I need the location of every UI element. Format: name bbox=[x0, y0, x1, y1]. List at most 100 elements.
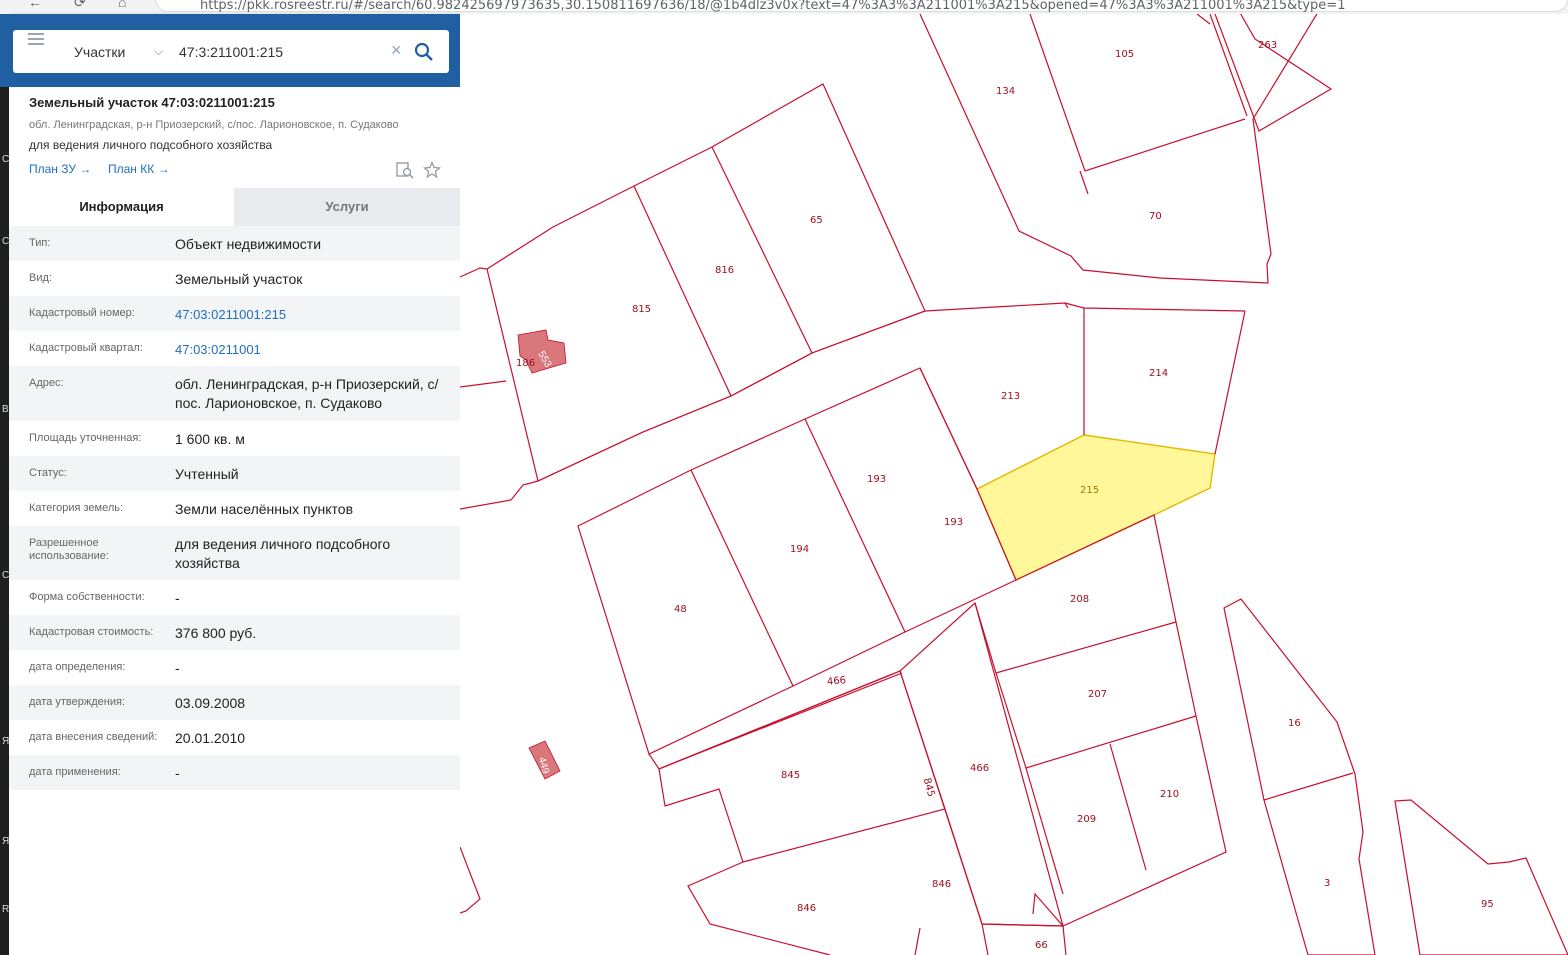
parcel-label[interactable]: 209 bbox=[1077, 814, 1096, 825]
parcel-label[interactable]: 16 bbox=[1288, 718, 1301, 729]
info-row: Кадастровый номер: 47:03:0211001:215 bbox=[9, 296, 460, 331]
info-row-label: Статус: bbox=[29, 467, 67, 479]
cadastral-quarter-link[interactable]: 47:03:0211001 bbox=[175, 340, 450, 359]
parcel-label[interactable]: 263 bbox=[1258, 40, 1277, 51]
info-row-label: Вид: bbox=[29, 272, 52, 284]
parcel-label[interactable]: 815 bbox=[632, 304, 651, 315]
parcel-label[interactable]: 214 bbox=[1149, 368, 1168, 379]
parcel-layer[interactable] bbox=[460, 14, 1568, 955]
info-row-label: Кадастровая стоимость: bbox=[29, 626, 154, 638]
parcel-label[interactable]: 846 bbox=[797, 903, 816, 914]
info-row-label: Тип: bbox=[29, 237, 51, 249]
info-row-label: дата определения: bbox=[29, 661, 126, 673]
info-row: дата применения: - bbox=[9, 755, 460, 790]
info-row: Категория земель: Земли населённых пункт… bbox=[9, 491, 460, 526]
parcel-label[interactable]: 846 bbox=[932, 879, 951, 890]
info-table: Тип: Объект недвижимости Вид: Земельный … bbox=[9, 226, 460, 790]
parcel-label[interactable]: 193 bbox=[944, 517, 963, 528]
object-title: Земельный участок 47:03:0211001:215 bbox=[29, 95, 275, 110]
info-row-label: Кадастровый квартал: bbox=[29, 342, 143, 354]
info-row-value: 20.01.2010 bbox=[175, 730, 246, 746]
info-row-value: Земли населённых пунктов bbox=[175, 501, 354, 517]
back-arrow-icon[interactable]: ← bbox=[28, 0, 44, 10]
info-row-value: 03.09.2008 bbox=[175, 695, 246, 711]
info-row-value: обл. Ленинградская, р-н Приозерский, с/п… bbox=[175, 376, 439, 411]
panel-tabs: Информация Услуги bbox=[9, 188, 460, 226]
parcel-label[interactable]: 105 bbox=[1115, 49, 1134, 60]
parcel-215-selected[interactable] bbox=[976, 434, 1216, 581]
parcel-label[interactable]: 194 bbox=[790, 544, 809, 555]
info-row-label: Разрешенное использование: bbox=[29, 537, 109, 562]
search-input[interactable]: 47:3:211001:215 bbox=[179, 44, 283, 60]
info-row: дата определения: - bbox=[9, 650, 460, 685]
info-row: дата утверждения: 03.09.2008 bbox=[9, 685, 460, 720]
parcel-label[interactable]: 207 bbox=[1088, 689, 1107, 700]
parcel-label-selected[interactable]: 215 bbox=[1080, 485, 1099, 496]
parcel-label[interactable]: 186 bbox=[516, 358, 535, 369]
plan-zu-link[interactable]: План ЗУ → bbox=[29, 162, 91, 176]
info-row-value: для ведения личного подсобного хозяйства bbox=[175, 536, 391, 571]
info-row-value: 376 800 руб. bbox=[175, 625, 257, 641]
info-row-value: - bbox=[175, 660, 180, 676]
parcel-label[interactable]: 208 bbox=[1070, 594, 1089, 605]
parcel-label[interactable]: 210 bbox=[1160, 789, 1179, 800]
plan-kk-link[interactable]: План КК → bbox=[108, 162, 170, 176]
info-row: Кадастровый квартал: 47:03:0211001 bbox=[9, 331, 460, 366]
parcel-label[interactable]: 65 bbox=[810, 215, 823, 226]
cadastral-number-link[interactable]: 47:03:0211001:215 bbox=[175, 305, 450, 324]
address-bar-url[interactable]: https://pkk.rosreestr.ru/#/search/60.982… bbox=[200, 0, 1345, 12]
desktop-edge: ССС ВСЯ ЯR bbox=[0, 14, 9, 955]
info-row-label: Кадастровый номер: bbox=[29, 307, 135, 319]
zoom-to-object-icon[interactable] bbox=[396, 161, 414, 179]
browser-toolbar: ← ⟳ ⌂ https://pkk.rosreestr.ru/#/search/… bbox=[0, 0, 1568, 14]
info-row-value: - bbox=[175, 590, 180, 606]
parcel-label[interactable]: 816 bbox=[715, 265, 734, 276]
clear-icon[interactable]: × bbox=[391, 40, 402, 61]
info-row-label: Площадь уточненная: bbox=[29, 432, 142, 444]
parcel-label[interactable]: 95 bbox=[1481, 899, 1494, 910]
info-row-label: Категория земель: bbox=[29, 502, 124, 514]
home-icon[interactable]: ⌂ bbox=[118, 0, 134, 10]
parcel-label[interactable]: 3 bbox=[1324, 878, 1330, 889]
info-row: Тип: Объект недвижимости bbox=[9, 226, 460, 261]
chevron-down-icon[interactable]: ⌵ bbox=[154, 44, 163, 59]
info-row-label: Адрес: bbox=[29, 377, 64, 389]
object-address: обл. Ленинградская, р-н Приозерский, с/п… bbox=[29, 119, 399, 131]
parcel-label[interactable]: 70 bbox=[1149, 211, 1162, 222]
parcel-label[interactable]: 466 bbox=[970, 763, 989, 774]
info-row: Статус: Учтенный bbox=[9, 456, 460, 491]
info-row-value: Учтенный bbox=[175, 466, 239, 482]
info-row: Вид: Земельный участок bbox=[9, 261, 460, 296]
info-row-value: - bbox=[175, 765, 180, 781]
cadastral-map[interactable]: 263 105 134 70 65 816 815 186 553 214 21… bbox=[460, 14, 1568, 955]
info-row: Кадастровая стоимость: 376 800 руб. bbox=[9, 615, 460, 650]
info-row: дата внесения сведений: 20.01.2010 bbox=[9, 720, 460, 755]
parcel-label[interactable]: 134 bbox=[996, 86, 1015, 97]
parcel-label[interactable]: 845 bbox=[781, 770, 800, 781]
info-row-label: дата утверждения: bbox=[29, 696, 126, 708]
info-row: Площадь уточненная: 1 600 кв. м bbox=[9, 421, 460, 456]
tab-services[interactable]: Услуги bbox=[234, 188, 460, 226]
parcel-label[interactable]: 213 bbox=[1001, 391, 1020, 402]
object-usage: для ведения личного подсобного хозяйства bbox=[29, 138, 273, 152]
info-row-label: дата внесения сведений: bbox=[29, 731, 158, 743]
info-row-value: Объект недвижимости bbox=[175, 236, 322, 252]
menu-icon[interactable] bbox=[28, 33, 44, 45]
address-bar[interactable]: https://pkk.rosreestr.ru/#/search/60.982… bbox=[155, 0, 1568, 12]
info-row-label: Форма собственности: bbox=[29, 591, 145, 603]
search-icon[interactable] bbox=[414, 42, 434, 62]
info-row-value: Земельный участок bbox=[175, 271, 303, 287]
tab-info[interactable]: Информация bbox=[9, 188, 234, 226]
info-row: Разрешенное использование: для ведения л… bbox=[9, 526, 460, 580]
search-type-select[interactable]: Участки bbox=[74, 44, 125, 60]
reload-icon[interactable]: ⟳ bbox=[74, 0, 90, 10]
info-row-value: 1 600 кв. м bbox=[175, 431, 245, 447]
parcel-label[interactable]: 66 bbox=[1035, 940, 1048, 951]
star-icon[interactable] bbox=[423, 161, 441, 179]
parcel-label[interactable]: 466 bbox=[827, 675, 847, 688]
parcel-label[interactable]: 193 bbox=[867, 474, 886, 485]
info-row: Адрес: обл. Ленинградская, р-н Приозерск… bbox=[9, 366, 460, 421]
info-row-label: дата применения: bbox=[29, 766, 121, 778]
info-row: Форма собственности: - bbox=[9, 580, 460, 615]
parcel-label[interactable]: 48 bbox=[674, 604, 687, 615]
